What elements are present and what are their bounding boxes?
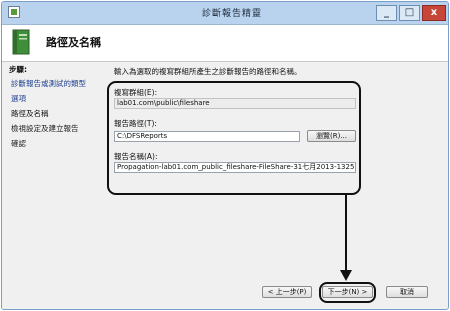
- wizard-window: 診斷報告精靈 _ □ x 路徑及名稱 步驟: 診斷報告或測試的類型 選項 路徑及…: [1, 1, 449, 310]
- step-report-type[interactable]: 診斷報告或測試的類型: [11, 78, 86, 89]
- step-confirmation: 確認: [11, 139, 26, 148]
- window-title: 診斷報告精靈: [201, 9, 262, 19]
- next-button[interactable]: 下一步(N) >: [322, 286, 373, 298]
- wizard-book-icon: [12, 29, 30, 55]
- app-icon: [8, 6, 20, 18]
- steps-heading: 步驟:: [9, 65, 27, 74]
- annotation-arrow: [340, 195, 352, 281]
- step-review-settings: 檢視設定及建立報告: [11, 124, 79, 133]
- close-button[interactable]: x: [422, 5, 446, 21]
- step-options[interactable]: 選項: [11, 93, 26, 104]
- maximize-button[interactable]: □: [399, 5, 420, 21]
- wizard-header: 路徑及名稱: [2, 25, 448, 62]
- steps-sidebar: 步驟: 診斷報告或測試的類型 選項 路徑及名稱 檢視設定及建立報告 確認: [2, 62, 102, 309]
- title-bar[interactable]: 診斷報告精靈 _ □ x: [2, 2, 448, 25]
- cancel-button[interactable]: 取消: [386, 286, 428, 298]
- step-path-and-name: 路徑及名稱: [11, 109, 49, 118]
- page-title: 路徑及名稱: [46, 36, 101, 49]
- minimize-button[interactable]: _: [376, 5, 397, 21]
- back-button[interactable]: < 上一步(P): [262, 286, 312, 298]
- wizard-content: 輸入為選取的複寫群組所產生之診斷報告的路徑和名稱。 複寫群組(E): lab01…: [102, 62, 448, 309]
